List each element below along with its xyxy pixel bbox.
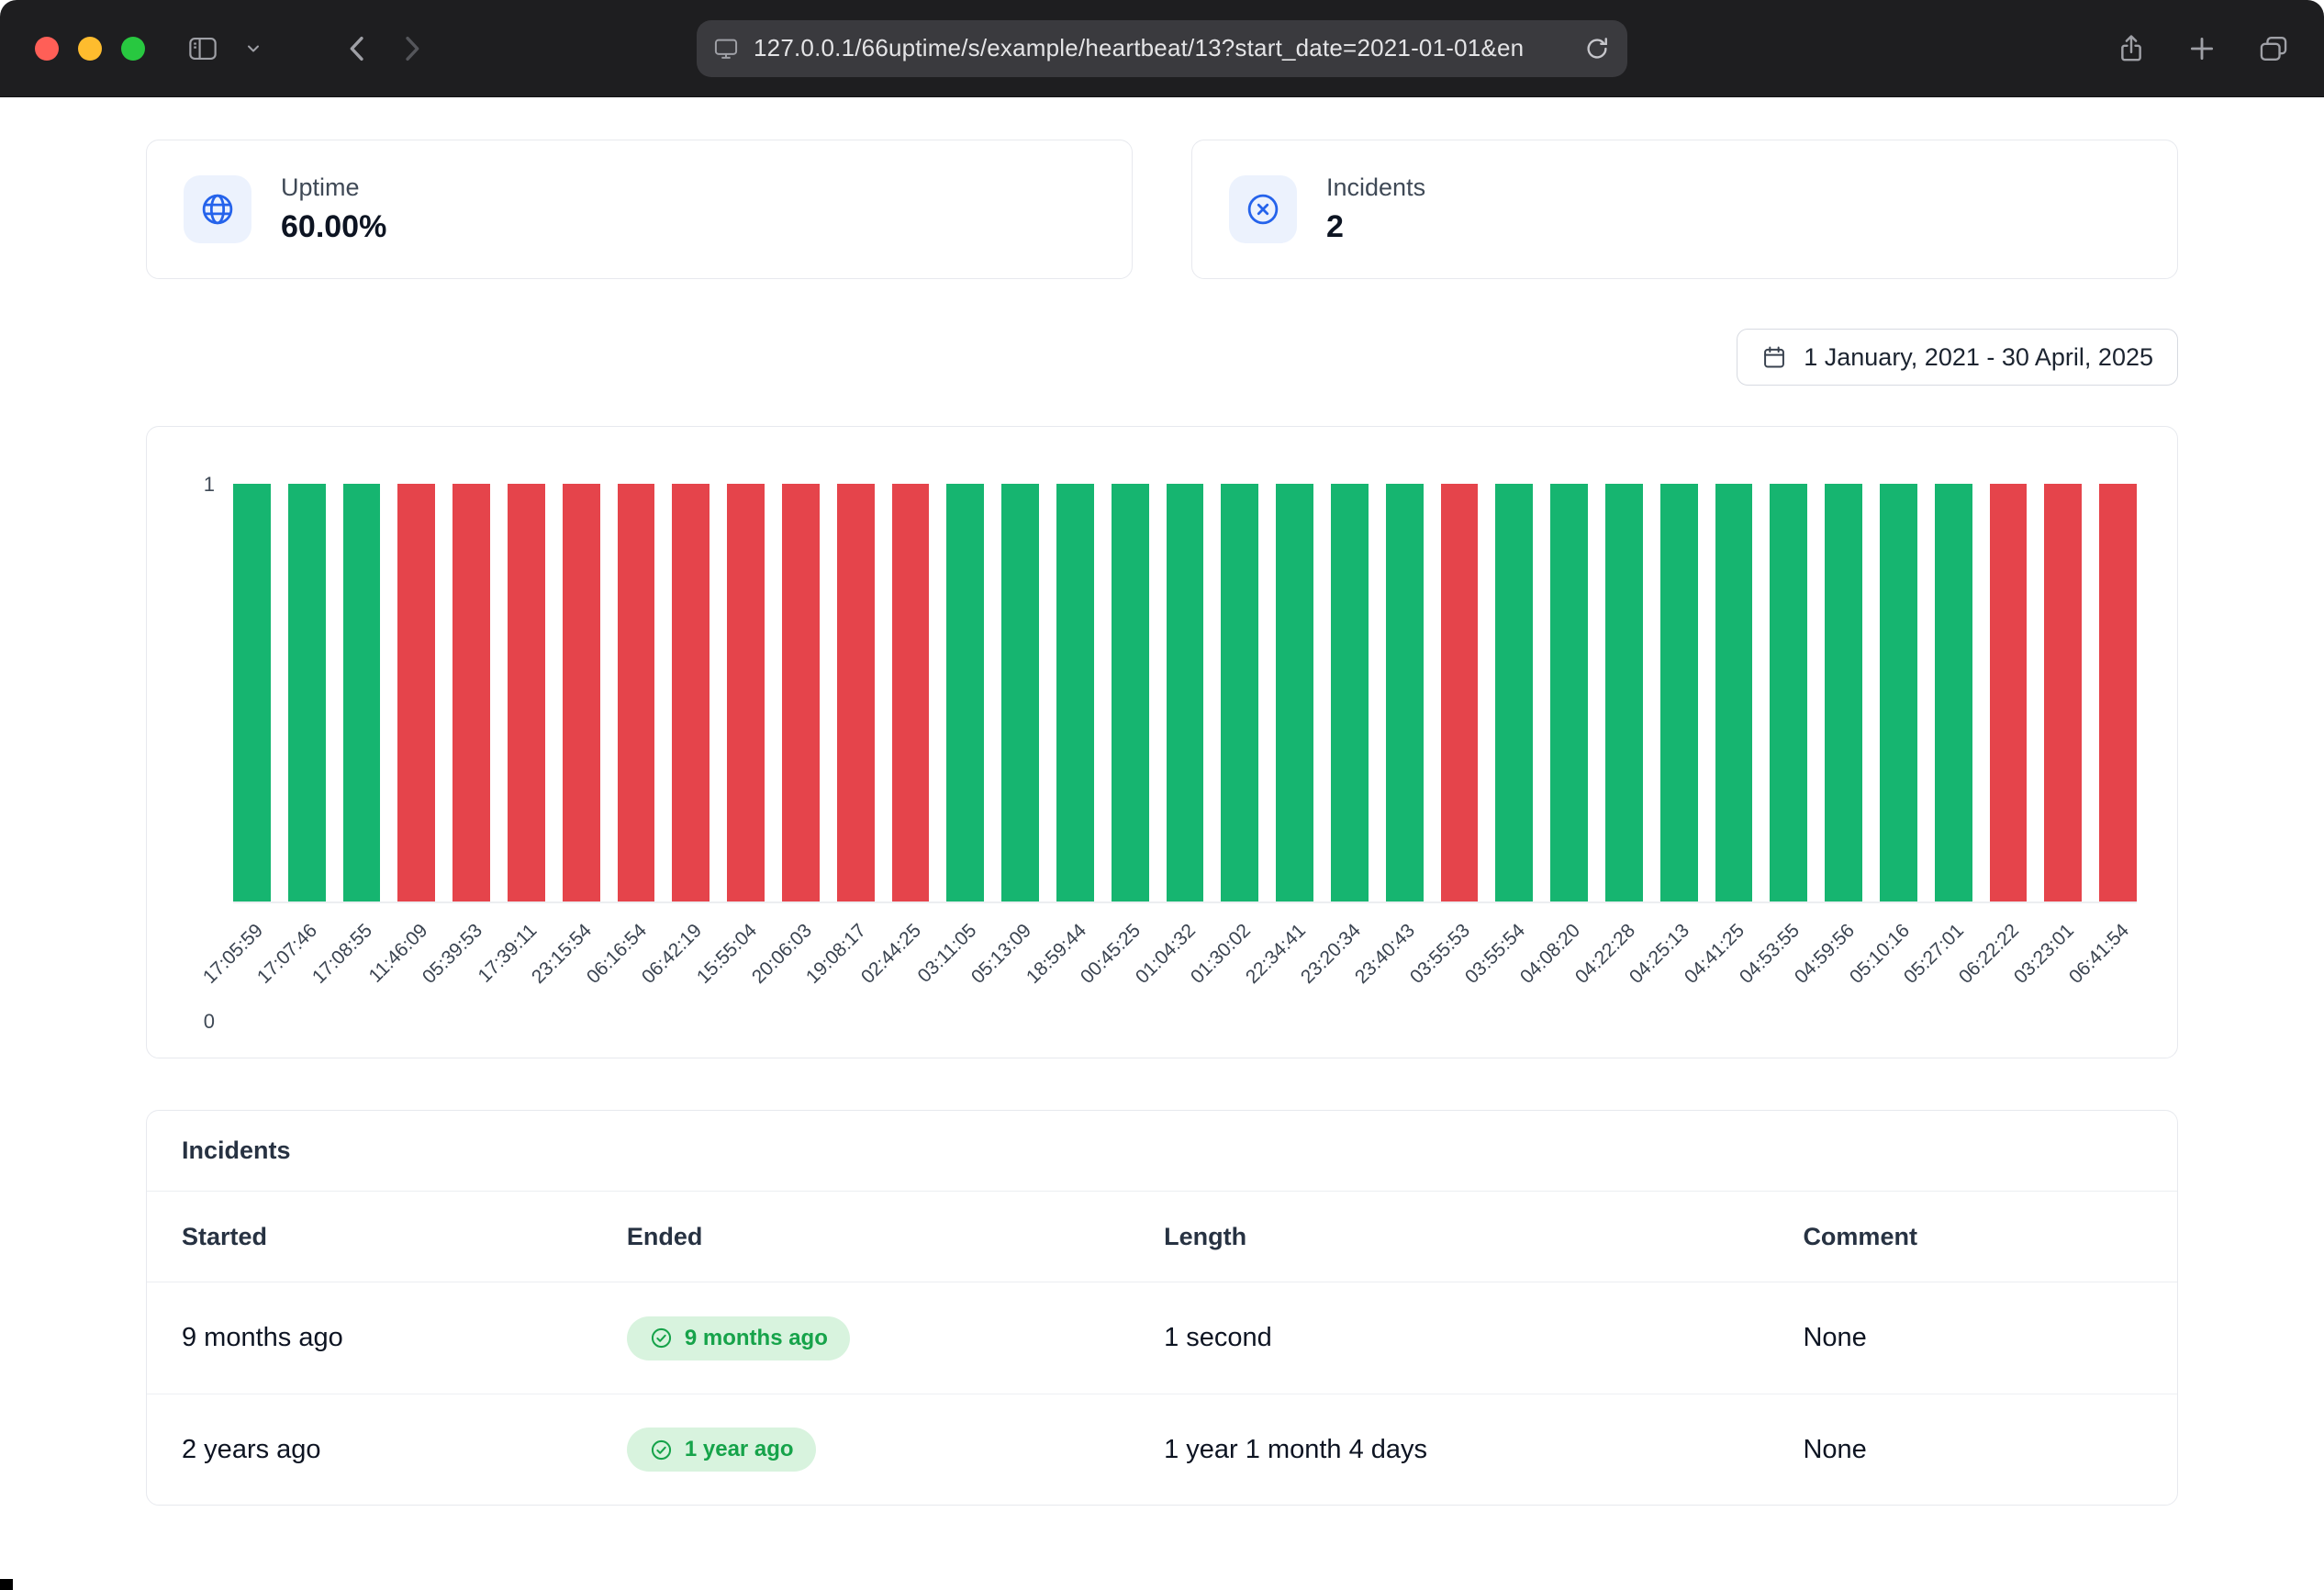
- chart-plot-area: [233, 484, 2137, 903]
- heartbeat-bar-down[interactable]: [1990, 484, 2028, 901]
- new-tab-icon[interactable]: [2186, 33, 2218, 64]
- y-axis: 1 0: [180, 484, 233, 1023]
- heartbeat-bar-up[interactable]: [1221, 484, 1258, 901]
- heartbeat-chart: 1 0 17:05:5917:07:4617:08:5511:46:0905:3…: [180, 484, 2137, 1023]
- heartbeat-bar-down[interactable]: [2044, 484, 2082, 901]
- check-circle-icon: [649, 1438, 674, 1462]
- heartbeat-bar-up[interactable]: [1167, 484, 1204, 901]
- screenshot-artifact: [0, 1579, 13, 1590]
- table-row: 9 months ago 9 months ago 1 second None: [147, 1282, 2177, 1394]
- incident-ended: 9 months ago: [685, 1326, 828, 1351]
- column-header-comment: Comment: [1803, 1223, 2142, 1251]
- address-bar[interactable]: 127.0.0.1/66uptime/s/example/heartbeat/1…: [697, 20, 1627, 77]
- heartbeat-bar-down[interactable]: [508, 484, 545, 901]
- heartbeat-bar-up[interactable]: [1880, 484, 1917, 901]
- incident-length: 1 year 1 month 4 days: [1164, 1435, 1803, 1465]
- tab-overview-icon[interactable]: [2258, 34, 2289, 63]
- zoom-window-button[interactable]: [121, 37, 145, 61]
- heartbeat-bar-up[interactable]: [1276, 484, 1313, 901]
- heartbeat-bar-down[interactable]: [672, 484, 709, 901]
- heartbeat-bar-down[interactable]: [837, 484, 875, 901]
- date-range-label: 1 January, 2021 - 30 April, 2025: [1804, 343, 2153, 372]
- chevron-down-icon[interactable]: [246, 43, 261, 54]
- heartbeat-bar-up[interactable]: [288, 484, 326, 901]
- sidebar-toggle-icon[interactable]: [187, 35, 218, 62]
- y-axis-tick-label: 1: [204, 473, 215, 497]
- website-settings-icon[interactable]: [713, 37, 739, 61]
- incidents-table-title: Incidents: [147, 1111, 2177, 1191]
- incident-length: 1 second: [1164, 1323, 1803, 1353]
- heartbeat-bar-up[interactable]: [1825, 484, 1862, 901]
- forward-button[interactable]: [398, 33, 426, 64]
- x-circle-icon: [1229, 175, 1297, 243]
- uptime-value: 60.00%: [281, 208, 386, 246]
- heartbeat-bar-up[interactable]: [1112, 484, 1149, 901]
- heartbeat-bar-up[interactable]: [946, 484, 984, 901]
- column-header-ended: Ended: [627, 1223, 1164, 1251]
- stats-row: Uptime 60.00% Incidents 2: [146, 140, 2178, 279]
- incident-comment: None: [1803, 1435, 2142, 1465]
- heartbeat-bar-up[interactable]: [1550, 484, 1588, 901]
- heartbeat-bar-up[interactable]: [343, 484, 381, 901]
- minimize-window-button[interactable]: [78, 37, 102, 61]
- heartbeat-bar-up[interactable]: [1605, 484, 1643, 901]
- uptime-label: Uptime: [281, 173, 386, 202]
- url-text: 127.0.0.1/66uptime/s/example/heartbeat/1…: [754, 34, 1569, 62]
- share-icon[interactable]: [2117, 32, 2146, 65]
- heartbeat-bar-down[interactable]: [2099, 484, 2137, 901]
- table-row: 2 years ago 1 year ago 1 year 1 month 4 …: [147, 1394, 2177, 1505]
- column-header-started: Started: [182, 1223, 627, 1251]
- incidents-table-header: Started Ended Length Comment: [147, 1191, 2177, 1282]
- uptime-stat-card: Uptime 60.00%: [146, 140, 1133, 279]
- incidents-table-card: Incidents Started Ended Length Comment 9…: [146, 1110, 2178, 1506]
- heartbeat-bar-up[interactable]: [1770, 484, 1807, 901]
- heartbeat-bar-down[interactable]: [453, 484, 490, 901]
- heartbeat-bar-down[interactable]: [892, 484, 930, 901]
- calendar-icon: [1761, 344, 1787, 370]
- heartbeat-bar-down[interactable]: [618, 484, 655, 901]
- window-controls: [35, 37, 145, 61]
- close-window-button[interactable]: [35, 37, 59, 61]
- heartbeat-bar-up[interactable]: [1056, 484, 1094, 901]
- y-axis-tick-label: 0: [204, 1010, 215, 1034]
- column-header-length: Length: [1164, 1223, 1803, 1251]
- back-button[interactable]: [343, 33, 371, 64]
- heartbeat-bar-up[interactable]: [1495, 484, 1533, 901]
- globe-icon: [184, 175, 251, 243]
- incidents-stat-card: Incidents 2: [1191, 140, 2178, 279]
- incidents-value: 2: [1326, 208, 1425, 246]
- incident-ended-badge: 1 year ago: [627, 1428, 816, 1472]
- heartbeat-bar-down[interactable]: [397, 484, 435, 901]
- heartbeat-bar-up[interactable]: [233, 484, 271, 901]
- incident-started: 2 years ago: [182, 1435, 627, 1465]
- heartbeat-bar-down[interactable]: [782, 484, 820, 901]
- incidents-label: Incidents: [1326, 173, 1425, 202]
- heartbeat-bar-down[interactable]: [1441, 484, 1479, 901]
- heartbeat-bar-up[interactable]: [1935, 484, 1972, 901]
- heartbeat-bar-down[interactable]: [563, 484, 600, 901]
- browser-toolbar: 127.0.0.1/66uptime/s/example/heartbeat/1…: [0, 0, 2324, 97]
- heartbeat-bar-up[interactable]: [1001, 484, 1039, 901]
- heartbeat-chart-card: 1 0 17:05:5917:07:4617:08:5511:46:0905:3…: [146, 426, 2178, 1058]
- date-range-button[interactable]: 1 January, 2021 - 30 April, 2025: [1737, 329, 2178, 386]
- date-range-row: 1 January, 2021 - 30 April, 2025: [146, 329, 2178, 386]
- incident-ended: 1 year ago: [685, 1437, 794, 1462]
- incident-ended-badge: 9 months ago: [627, 1316, 850, 1360]
- reload-icon[interactable]: [1583, 35, 1611, 62]
- heartbeat-bar-up[interactable]: [1660, 484, 1698, 901]
- heartbeat-bar-down[interactable]: [727, 484, 765, 901]
- x-axis: 17:05:5917:07:4617:08:5511:46:0905:39:53…: [233, 903, 2137, 1023]
- heartbeat-bar-up[interactable]: [1715, 484, 1753, 901]
- incident-comment: None: [1803, 1323, 2142, 1353]
- check-circle-icon: [649, 1326, 674, 1350]
- heartbeat-bar-up[interactable]: [1331, 484, 1369, 901]
- heartbeat-bar-up[interactable]: [1386, 484, 1424, 901]
- page-content: Uptime 60.00% Incidents 2 1 Janu: [146, 140, 2178, 1506]
- incident-started: 9 months ago: [182, 1323, 627, 1353]
